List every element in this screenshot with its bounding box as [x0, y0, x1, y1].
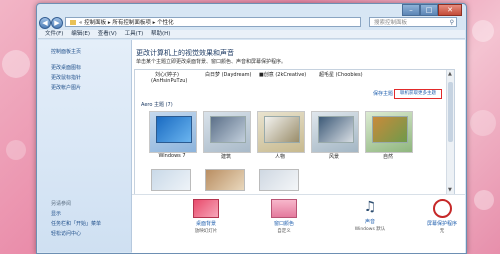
- navigation-bar: ◀ ▶ « 控制面板 ▸ 所有控制面板项 ▸ 个性化 搜索控制面板 ⚲: [39, 17, 464, 29]
- theme-list-scrollbar[interactable]: ▲ ▼: [446, 70, 454, 195]
- background-petal: [472, 20, 494, 42]
- sound-icon: ♫: [363, 199, 377, 215]
- background-petal: [474, 190, 494, 210]
- page-description: 单击某个主题立即更改桌面背景、窗口颜色、声音和屏幕保护程序。: [136, 59, 287, 65]
- background-petal: [2, 50, 30, 78]
- personalization-window: – □ ✕ ◀ ▶ « 控制面板 ▸ 所有控制面板项 ▸ 个性化 搜索控制面板 …: [36, 3, 467, 254]
- window-controls: – □ ✕: [402, 4, 462, 16]
- save-theme-link[interactable]: 保存主题: [373, 90, 393, 97]
- maximize-button[interactable]: □: [420, 4, 438, 16]
- theme-label: 人物: [274, 154, 285, 160]
- screen-saver-icon: [432, 199, 452, 218]
- theme-tile-partial[interactable]: [205, 169, 245, 191]
- theme-tile-windows7[interactable]: [149, 111, 197, 153]
- theme-tile-partial[interactable]: [151, 169, 191, 191]
- theme-preview: [210, 116, 246, 143]
- get-more-themes-online-link[interactable]: 联机获取更多主题: [394, 89, 442, 99]
- my-theme-label[interactable]: (AnHsinPuTzu): [151, 78, 187, 84]
- option-label: 桌面背景: [195, 221, 216, 227]
- my-theme-label[interactable]: ■创意 (2kCreative): [259, 71, 306, 78]
- left-pane: 控制面板主页 更改桌面图标 更改鼠标指针 更改帐户图片 另请参阅 显示 任务栏和…: [38, 40, 132, 252]
- search-input[interactable]: 搜索控制面板 ⚲: [369, 17, 457, 27]
- theme-tile-partial[interactable]: [259, 169, 299, 191]
- see-also-heading: 另请参阅: [51, 201, 72, 207]
- theme-settings-bar: 桌面背景 放映幻灯片 窗口颜色 自定义 ♫ 声音 Windows 默认 屏幕保护…: [132, 194, 465, 253]
- theme-tile-architecture[interactable]: [203, 111, 251, 153]
- sidebar-link-desktop-icons[interactable]: 更改桌面图标: [51, 64, 81, 71]
- search-placeholder: 搜索控制面板: [374, 20, 408, 26]
- scroll-down-icon[interactable]: ▼: [448, 187, 452, 193]
- minimize-button[interactable]: –: [402, 4, 420, 16]
- sidebar-link-display[interactable]: 显示: [51, 210, 61, 217]
- aero-themes-heading: Aero 主题 (7): [141, 102, 173, 108]
- theme-preview: [372, 116, 408, 143]
- title-bar: – □ ✕: [37, 4, 466, 17]
- theme-preview: [156, 116, 192, 143]
- page-title: 更改计算机上的视觉效果和声音: [136, 49, 234, 57]
- address-path: « 控制面板 ▸ 所有控制面板项 ▸ 个性化: [79, 20, 174, 26]
- menu-bar: 文件(F) 编辑(E) 查看(V) 工具(T) 帮助(H): [38, 30, 465, 39]
- theme-list: 刘心(婷子) (AnHsinPuTzu) 白日梦 (Daydream) ■创意 …: [134, 69, 455, 196]
- menu-file[interactable]: 文件(F): [45, 31, 63, 37]
- theme-tile-characters[interactable]: [257, 111, 305, 153]
- option-value: Windows 默认: [354, 227, 386, 232]
- option-label: 声音: [364, 219, 375, 225]
- my-theme-label[interactable]: 白日梦 (Daydream): [205, 71, 252, 78]
- close-button[interactable]: ✕: [438, 4, 462, 16]
- menu-tools[interactable]: 工具(T): [125, 31, 144, 37]
- sidebar-link-ease-of-access[interactable]: 轻松访问中心: [51, 230, 81, 237]
- background-petal: [470, 110, 496, 136]
- screen-saver-option[interactable]: 屏幕保护程序 无: [420, 199, 464, 234]
- theme-preview: [264, 116, 300, 143]
- address-bar[interactable]: « 控制面板 ▸ 所有控制面板项 ▸ 个性化: [65, 17, 361, 27]
- folder-icon: [70, 20, 76, 25]
- my-theme-label[interactable]: 刘心(婷子): [155, 71, 179, 78]
- theme-label: 自然: [382, 154, 393, 160]
- window-color-icon: [271, 199, 297, 218]
- theme-label: 风景: [328, 154, 339, 160]
- theme-label: Windows 7: [158, 153, 186, 159]
- sidebar-link-taskbar-start-menu[interactable]: 任务栏和「开始」菜单: [51, 220, 101, 227]
- option-label: 窗口颜色: [273, 221, 294, 227]
- menu-view[interactable]: 查看(V): [98, 31, 117, 37]
- back-button[interactable]: ◀: [39, 17, 51, 29]
- theme-label: 建筑: [220, 154, 231, 160]
- option-value: 自定义: [277, 229, 291, 234]
- theme-tile-landscapes[interactable]: [311, 111, 359, 153]
- desktop-background-icon: [193, 199, 219, 218]
- scroll-thumb[interactable]: [448, 82, 453, 142]
- window-color-option[interactable]: 窗口颜色 自定义: [262, 199, 306, 234]
- sidebar-link-mouse-pointers[interactable]: 更改鼠标指针: [51, 74, 81, 81]
- theme-preview: [318, 116, 354, 143]
- scroll-up-icon[interactable]: ▲: [448, 71, 452, 77]
- search-icon[interactable]: ⚲: [450, 18, 454, 28]
- option-value: 放映幻灯片: [194, 229, 218, 234]
- forward-button[interactable]: ▶: [51, 17, 63, 29]
- theme-tile-nature[interactable]: [365, 111, 413, 153]
- sidebar-link-control-panel-home[interactable]: 控制面板主页: [51, 48, 81, 55]
- menu-help[interactable]: 帮助(H): [151, 31, 170, 37]
- background-petal: [6, 140, 26, 160]
- option-label: 屏幕保护程序: [426, 221, 457, 227]
- sidebar-link-account-picture[interactable]: 更改帐户图片: [51, 84, 81, 91]
- desktop-background-option[interactable]: 桌面背景 放映幻灯片: [184, 199, 228, 234]
- my-theme-label[interactable]: 超毛星 (Choobies): [319, 71, 363, 78]
- option-value: 无: [439, 229, 445, 234]
- sounds-option[interactable]: ♫ 声音 Windows 默认: [348, 199, 392, 232]
- menu-edit[interactable]: 编辑(E): [71, 31, 90, 37]
